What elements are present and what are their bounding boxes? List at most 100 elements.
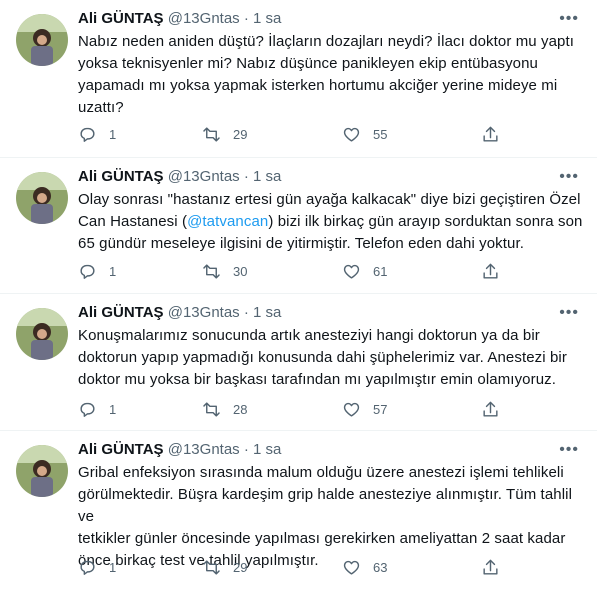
- separator: ·: [243, 304, 249, 321]
- retweet-count: 28: [233, 402, 248, 417]
- mention-link[interactable]: @tatvancan: [187, 213, 268, 230]
- tweet-line: Gribal enfeksiyon sırasında malum olduğu…: [78, 464, 564, 481]
- reply-icon: [80, 264, 95, 279]
- tweet-line: 65 gündür meseleye ilgisini de yitirmişt…: [78, 235, 525, 252]
- tweet-text: Olay sonrası "hastanız ertesi gün ayağa …: [78, 189, 583, 255]
- share-button[interactable]: [481, 400, 500, 419]
- author-name[interactable]: Ali GÜNTAŞ: [78, 10, 164, 27]
- avatar[interactable]: [16, 308, 68, 360]
- share-button[interactable]: [481, 262, 500, 281]
- more-icon[interactable]: •••: [559, 168, 579, 186]
- tweet-line: Nabız neden aniden düştü? İlaçların doza…: [78, 33, 575, 50]
- reply-icon: [80, 127, 95, 142]
- like-count: 63: [373, 560, 388, 575]
- retweet-button[interactable]: 28: [202, 400, 247, 419]
- share-icon: [483, 559, 498, 575]
- retweet-icon: [203, 402, 220, 417]
- tweet-header: Ali GÜNTAŞ @13Gntas · 1 sa: [78, 9, 281, 29]
- tweet[interactable]: Ali GÜNTAŞ @13Gntas · 1 sa ••• Konuşmala…: [0, 294, 597, 431]
- more-icon[interactable]: •••: [559, 441, 579, 459]
- retweet-count: 30: [233, 264, 248, 279]
- heart-icon: [343, 560, 360, 575]
- author-handle[interactable]: @13Gntas: [168, 10, 240, 27]
- tweet[interactable]: Ali GÜNTAŞ @13Gntas · 1 sa ••• Nabız ned…: [0, 0, 597, 158]
- heart-icon: [343, 264, 360, 279]
- like-count: 55: [373, 127, 388, 142]
- tweet-text: Konuşmalarımız sonucunda artık anesteziy…: [78, 325, 583, 391]
- retweet-button[interactable]: 29: [202, 125, 247, 144]
- tweet-actions: 1 29 63: [78, 558, 508, 578]
- retweet-icon: [203, 560, 220, 575]
- tweet-text-segment: Can Hastanesi (: [78, 213, 188, 230]
- share-button[interactable]: [481, 558, 500, 577]
- like-button[interactable]: 57: [342, 400, 387, 419]
- tweet-line: tetkikler günler öncesinde yapılması ger…: [78, 530, 566, 547]
- author-handle[interactable]: @13Gntas: [168, 441, 240, 458]
- tweet[interactable]: Ali GÜNTAŞ @13Gntas · 1 sa ••• Gribal en…: [0, 431, 597, 591]
- reply-count: 1: [109, 264, 117, 279]
- author-name[interactable]: Ali GÜNTAŞ: [78, 304, 164, 321]
- tweet-line: uzattı?: [78, 99, 124, 116]
- share-button[interactable]: [481, 125, 500, 144]
- timestamp[interactable]: 1 sa: [253, 10, 281, 27]
- reply-button[interactable]: 1: [78, 262, 116, 281]
- author-handle[interactable]: @13Gntas: [168, 168, 240, 185]
- share-icon: [483, 126, 498, 142]
- tweet-line: doktorun yapıp yapmadığı konusunda dahi …: [78, 349, 567, 366]
- author-handle[interactable]: @13Gntas: [168, 304, 240, 321]
- more-icon[interactable]: •••: [559, 10, 579, 28]
- share-icon: [483, 263, 498, 279]
- tweet-line: Olay sonrası "hastanız ertesi gün ayağa …: [78, 191, 581, 208]
- tweet[interactable]: Ali GÜNTAŞ @13Gntas · 1 sa ••• Olay sonr…: [0, 158, 597, 294]
- timestamp[interactable]: 1 sa: [253, 441, 281, 458]
- reply-button[interactable]: 1: [78, 125, 116, 144]
- avatar[interactable]: [16, 14, 68, 66]
- like-count: 61: [373, 264, 388, 279]
- heart-icon: [343, 127, 360, 142]
- heart-icon: [343, 402, 360, 417]
- tweet-text: Nabız neden aniden düştü? İlaçların doza…: [78, 31, 583, 119]
- separator: ·: [243, 441, 249, 458]
- tweet-line: Konuşmalarımız sonucunda artık anesteziy…: [78, 327, 540, 344]
- retweet-count: 29: [233, 560, 248, 575]
- avatar[interactable]: [16, 445, 68, 497]
- tweet-actions: 1 29 55: [78, 125, 508, 145]
- tweet-actions: 1 28 57: [78, 400, 508, 420]
- retweet-count: 29: [233, 127, 248, 142]
- reply-icon: [80, 402, 95, 417]
- tweet-line: yoksa teknisyenler mi? Nabız düşünce pan…: [78, 55, 539, 72]
- tweet-header: Ali GÜNTAŞ @13Gntas · 1 sa: [78, 303, 281, 323]
- retweet-button[interactable]: 30: [202, 262, 247, 281]
- like-button[interactable]: 63: [342, 558, 387, 577]
- retweet-icon: [203, 127, 220, 142]
- separator: ·: [243, 168, 249, 185]
- reply-count: 1: [109, 127, 117, 142]
- like-count: 57: [373, 402, 388, 417]
- like-button[interactable]: 55: [342, 125, 387, 144]
- tweet-text: Gribal enfeksiyon sırasında malum olduğu…: [78, 462, 583, 572]
- reply-count: 1: [109, 402, 117, 417]
- tweet-line: Can Hastanesi (@tatvancan) bizi ilk birk…: [78, 211, 583, 233]
- tweet-header: Ali GÜNTAŞ @13Gntas · 1 sa: [78, 167, 281, 187]
- tweet-header: Ali GÜNTAŞ @13Gntas · 1 sa: [78, 440, 281, 460]
- tweet-text-segment: ) bizi ilk birkaç gün arayıp sorduktan s…: [268, 213, 583, 230]
- reply-button[interactable]: 1: [78, 400, 116, 419]
- author-name[interactable]: Ali GÜNTAŞ: [78, 168, 164, 185]
- timestamp[interactable]: 1 sa: [253, 168, 281, 185]
- tweet-line: görülmektedir. Büşra kardeşim grip halde…: [78, 486, 573, 525]
- reply-count: 1: [109, 560, 117, 575]
- like-button[interactable]: 61: [342, 262, 387, 281]
- retweet-icon: [203, 264, 220, 279]
- reply-button[interactable]: 1: [78, 558, 116, 577]
- avatar[interactable]: [16, 172, 68, 224]
- tweet-actions: 1 30 61: [78, 262, 508, 282]
- retweet-button[interactable]: 29: [202, 558, 247, 577]
- separator: ·: [243, 10, 249, 27]
- reply-icon: [80, 560, 95, 575]
- share-icon: [483, 401, 498, 417]
- tweet-line: doktor mu yoksa bir başkası tarafından m…: [78, 371, 557, 388]
- author-name[interactable]: Ali GÜNTAŞ: [78, 441, 164, 458]
- more-icon[interactable]: •••: [559, 304, 579, 322]
- timestamp[interactable]: 1 sa: [253, 304, 281, 321]
- tweet-line: yapamadı mı yoksa yapmak isterken hortum…: [78, 77, 558, 94]
